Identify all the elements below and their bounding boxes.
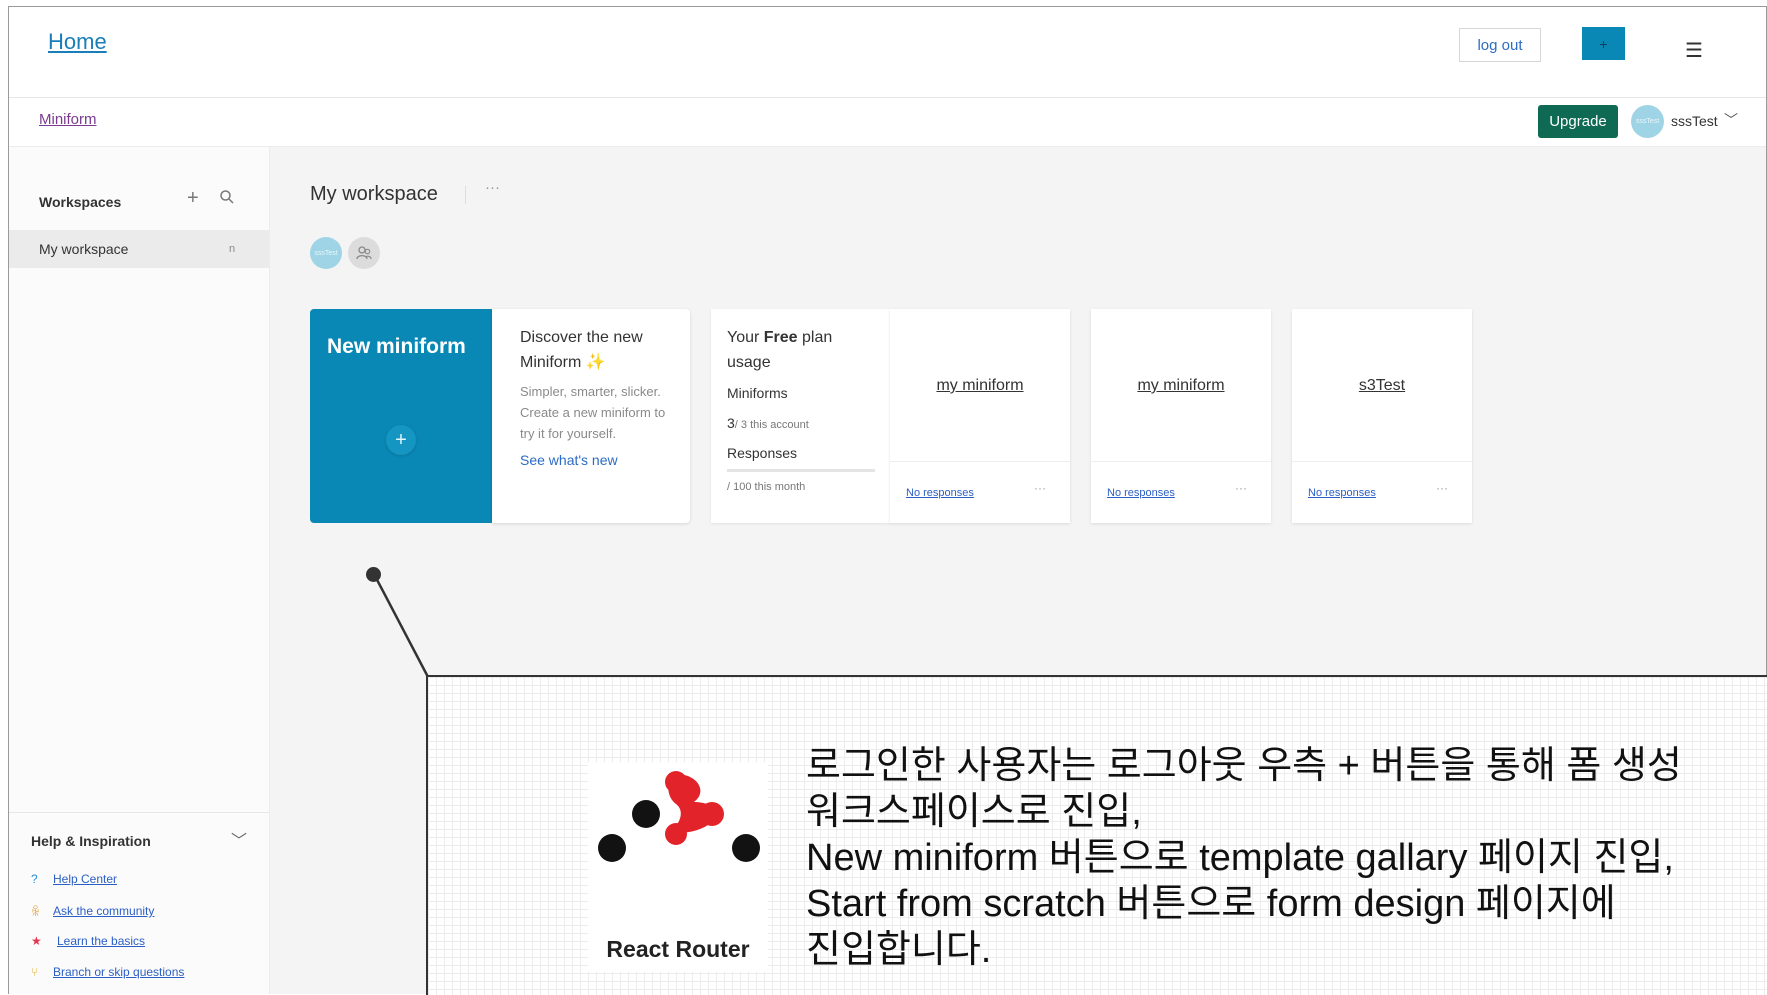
top-bar: Home log out + ☰ [9, 7, 1766, 98]
sidebar-item-label: My workspace [39, 241, 129, 257]
chevron-down-icon[interactable]: ﹀ [231, 827, 247, 851]
react-router-logo-icon [598, 771, 760, 862]
sidebar-item-my-workspace[interactable]: My workspace n [9, 230, 269, 268]
chevron-down-icon[interactable]: ﹀ [1724, 110, 1738, 130]
help-section-title: Help & Inspiration [31, 833, 151, 849]
responses-progress-bar [727, 469, 875, 472]
community-link[interactable]: ꆜ Ask the community [31, 903, 154, 919]
responses-limit: / 100 this month [727, 481, 806, 493]
divider [1292, 461, 1472, 462]
help-item-label: Learn the basics [57, 934, 146, 948]
see-whats-new-link[interactable]: See what's new [520, 452, 618, 468]
sidebar: Workspaces + My workspace n Help & Inspi… [9, 147, 270, 994]
callout-pointer-dot [366, 567, 381, 582]
miniforms-count: 3/ 3 this account [727, 415, 809, 431]
sparkle-icon: ✨ [585, 354, 606, 371]
community-icon: ꆜ [31, 905, 41, 919]
responses-link[interactable]: No responses [1107, 487, 1175, 499]
annotation-callout: React Router 로그인한 사용자는 로그아웃 우측 + 버튼을 통해 … [426, 675, 1767, 995]
avatar: sssTest [310, 237, 342, 269]
hamburger-icon[interactable]: ☰ [1681, 37, 1707, 63]
create-form-button[interactable]: + [1582, 27, 1625, 60]
logout-button[interactable]: log out [1459, 28, 1541, 62]
more-options-button[interactable]: ··· [1235, 481, 1247, 495]
usage-title: Your Free plan usage [727, 329, 833, 371]
help-item-label: Branch or skip questions [53, 965, 185, 979]
help-center-link[interactable]: ? Help Center [31, 872, 117, 886]
avatar[interactable]: sssTest [1631, 105, 1664, 138]
divider [9, 812, 269, 813]
react-router-logo: React Router [588, 762, 768, 972]
invite-members-icon[interactable] [348, 237, 380, 269]
home-link[interactable]: Home [48, 29, 107, 55]
user-name[interactable]: sssTest [1671, 113, 1718, 129]
plan-usage-card: Your Free plan usage Miniforms 3/ 3 this… [711, 309, 891, 523]
discover-title: Discover the new Miniform ✨ [520, 329, 643, 371]
form-title[interactable]: my miniform [890, 377, 1070, 395]
new-miniform-title: New miniform [327, 335, 466, 358]
help-item-label: Help Center [53, 872, 118, 886]
form-card[interactable]: s3Test No responses ··· [1292, 309, 1472, 523]
divider [1091, 461, 1271, 462]
add-workspace-icon[interactable]: + [187, 187, 199, 210]
new-miniform-button[interactable]: New miniform + [310, 309, 492, 523]
form-card[interactable]: my miniform No responses ··· [890, 309, 1070, 523]
discover-description: Simpler, smarter, slicker. Create a new … [520, 384, 666, 441]
more-options-button[interactable]: ··· [1034, 481, 1046, 495]
annotation-text: 로그인한 사용자는 로그아웃 우측 + 버튼을 통해 폼 생성 워크스페이스로 … [806, 745, 1682, 971]
responses-label: Responses [727, 445, 798, 461]
brand-link[interactable]: Miniform [39, 111, 97, 128]
workspace-count-badge: n [229, 243, 236, 255]
form-title[interactable]: s3Test [1292, 377, 1472, 395]
discover-card: Discover the new Miniform ✨ Simpler, sma… [492, 309, 690, 523]
responses-link[interactable]: No responses [1308, 487, 1376, 499]
page-title: My workspace [310, 183, 438, 205]
workspaces-title: Workspaces [39, 194, 122, 210]
learn-basics-link[interactable]: ★ Learn the basics [31, 934, 145, 948]
form-card[interactable]: my miniform No responses ··· [1091, 309, 1271, 523]
form-title[interactable]: my miniform [1091, 377, 1271, 395]
more-options-button[interactable]: ··· [1436, 481, 1448, 495]
more-options-button[interactable]: ··· [485, 179, 500, 196]
react-router-label: React Router [606, 936, 750, 962]
star-icon: ★ [31, 934, 42, 948]
plus-icon: + [386, 425, 416, 455]
branch-icon: ⑂ [31, 965, 39, 979]
app-header: Miniform Upgrade sssTest sssTest ﹀ [9, 98, 1766, 147]
divider [465, 186, 466, 204]
search-icon[interactable] [219, 189, 235, 205]
branch-questions-link[interactable]: ⑂ Branch or skip questions [31, 965, 184, 979]
miniforms-label: Miniforms [727, 385, 788, 401]
divider [890, 461, 1070, 462]
question-icon: ? [31, 872, 38, 886]
upgrade-button[interactable]: Upgrade [1538, 105, 1618, 138]
help-item-label: Ask the community [53, 904, 155, 918]
responses-link[interactable]: No responses [906, 487, 974, 499]
